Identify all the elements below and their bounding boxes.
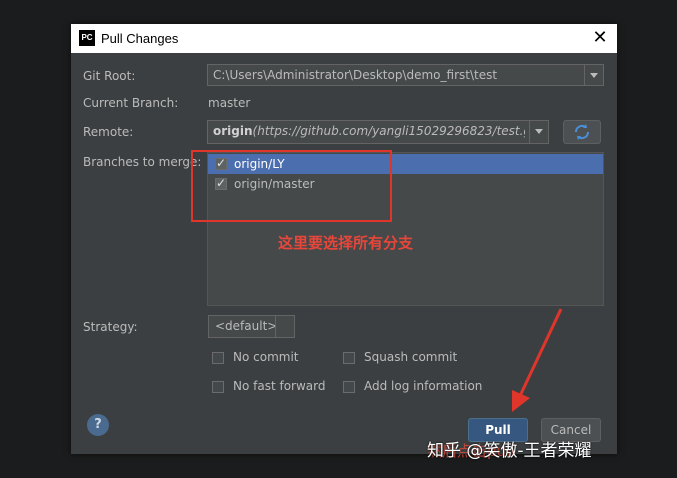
watermark: 知乎 @笑傲-王者荣耀 (427, 441, 592, 461)
annotation-arrow (512, 308, 563, 412)
